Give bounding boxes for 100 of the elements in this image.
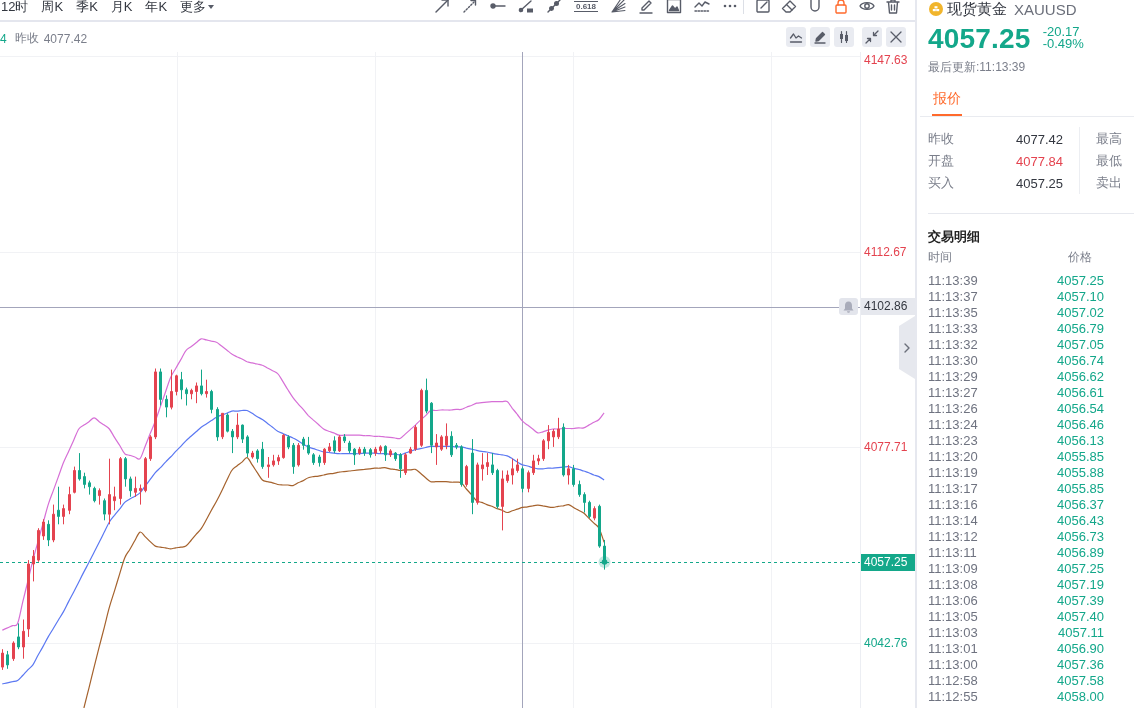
trade-time: 11:13:11: [928, 545, 978, 561]
candlestick: [578, 480, 581, 498]
candlestick: [47, 519, 50, 547]
more-dropdown[interactable]: 更多: [180, 0, 215, 14]
dashed-arrow-icon[interactable]: [462, 0, 478, 14]
candlestick: [154, 368, 157, 440]
candlestick: [12, 640, 15, 662]
candlestick: [389, 448, 392, 458]
trade-price: 4056.54: [1056, 401, 1104, 417]
trade-price: 4056.13: [1056, 433, 1104, 449]
interval-tab[interactable]: 月K: [110, 0, 133, 14]
ruler-line-icon[interactable]: [518, 0, 534, 14]
candlestick: [323, 447, 326, 466]
candlestick: [511, 458, 514, 485]
trade-price: 4057.36: [1056, 657, 1104, 673]
trade-time: 11:13:03: [928, 625, 979, 641]
candlestick: [476, 462, 479, 506]
candlestick: [333, 435, 336, 454]
candlestick: [409, 446, 412, 455]
candlestick: [552, 428, 555, 448]
candlestick: [180, 371, 183, 400]
section-title: 交易明细: [928, 229, 981, 245]
candlestick: [302, 436, 305, 451]
shrink-button[interactable]: [862, 27, 882, 47]
candlestick: [394, 451, 397, 462]
trade-price: 4055.85: [1056, 481, 1104, 497]
candlestick: [93, 486, 96, 503]
quote-label: 卖出: [1096, 174, 1122, 192]
candlestick: [170, 369, 173, 410]
candlestick: [521, 466, 524, 493]
candlestick: [399, 452, 402, 479]
candlestick: [312, 452, 315, 466]
chart-type-button[interactable]: [834, 27, 854, 47]
lock-icon[interactable]: [833, 0, 849, 14]
trade-time: 11:13:29: [928, 369, 979, 385]
trade-price: 4056.61: [1056, 385, 1104, 401]
wave-line-icon: [789, 30, 803, 44]
trade-time: 11:13:24: [928, 417, 979, 433]
candlestick: [32, 549, 35, 582]
candlestick: [124, 456, 127, 488]
candlestick: [593, 505, 596, 521]
image-icon[interactable]: [666, 0, 682, 14]
candlestick: [62, 504, 65, 525]
interval-tab[interactable]: 年K: [145, 0, 168, 14]
candlestick: [190, 388, 193, 400]
trade-time: 11:13:19: [928, 465, 979, 481]
candlestick: [251, 450, 254, 460]
candlestick: [297, 442, 300, 468]
candlestick: [348, 440, 351, 454]
candlestick: [583, 491, 586, 513]
shrink-arrows-icon: [865, 30, 879, 44]
candlestick: [103, 498, 106, 521]
quote-label: 开盘: [928, 152, 954, 170]
candlestick: [98, 487, 101, 506]
trade-price: 4057.11: [1056, 625, 1104, 641]
instrument-name: 现货黄金: [947, 0, 1007, 19]
fibonacci-tool[interactable]: 0.618: [574, 0, 598, 12]
trade-price: 4057.10: [1056, 289, 1104, 305]
eraser-icon[interactable]: [781, 0, 797, 14]
candlestick: [425, 378, 428, 414]
fan-lines-icon[interactable]: [610, 0, 626, 14]
close-button[interactable]: [886, 27, 906, 47]
note-icon[interactable]: [755, 0, 771, 14]
candlestick: [567, 464, 570, 485]
interval-tab[interactable]: 季K: [76, 0, 98, 14]
trade-time: 11:13:14: [928, 513, 979, 529]
line-dots-icon[interactable]: [546, 0, 562, 14]
trade-price: 4057.19: [1056, 577, 1104, 593]
trade-price: 4056.62: [1056, 369, 1104, 385]
candlestick: [52, 504, 55, 543]
wave-line-icon[interactable]: [694, 0, 710, 14]
candlestick: [598, 504, 601, 549]
candlestick: [603, 539, 606, 571]
trade-price: 4057.25: [1056, 273, 1104, 289]
draw-button[interactable]: [810, 27, 830, 47]
candlestick: [343, 433, 346, 444]
interval-tab[interactable]: 12时: [1, 0, 29, 14]
trash-icon[interactable]: [885, 0, 901, 14]
arrow-line-icon[interactable]: [434, 0, 450, 14]
candlestick: [588, 500, 591, 519]
magnet-icon[interactable]: [807, 0, 823, 14]
pen-icon[interactable]: [638, 0, 654, 14]
column-header: 价格: [1066, 250, 1093, 264]
candlestick: [404, 452, 407, 476]
candlestick: [532, 454, 535, 476]
trade-time: 11:13:17: [928, 481, 979, 497]
candlestick: [134, 476, 137, 498]
trade-time: 11:13:06: [928, 593, 979, 609]
candlestick: [527, 470, 530, 493]
indicator-button[interactable]: [786, 27, 806, 47]
quote-label: 买入: [928, 174, 954, 192]
candlestick: [542, 438, 545, 462]
last-price: 4057.25: [928, 22, 1031, 56]
quote-value: 4077.42: [1016, 131, 1063, 147]
trade-time: 11:13:37: [928, 289, 979, 305]
quote-label: 最低: [1096, 152, 1122, 170]
interval-tab[interactable]: 周K: [41, 0, 64, 14]
trade-time: 11:13:00: [928, 657, 979, 673]
candlestick: [113, 486, 116, 511]
candlestick: [292, 442, 295, 475]
